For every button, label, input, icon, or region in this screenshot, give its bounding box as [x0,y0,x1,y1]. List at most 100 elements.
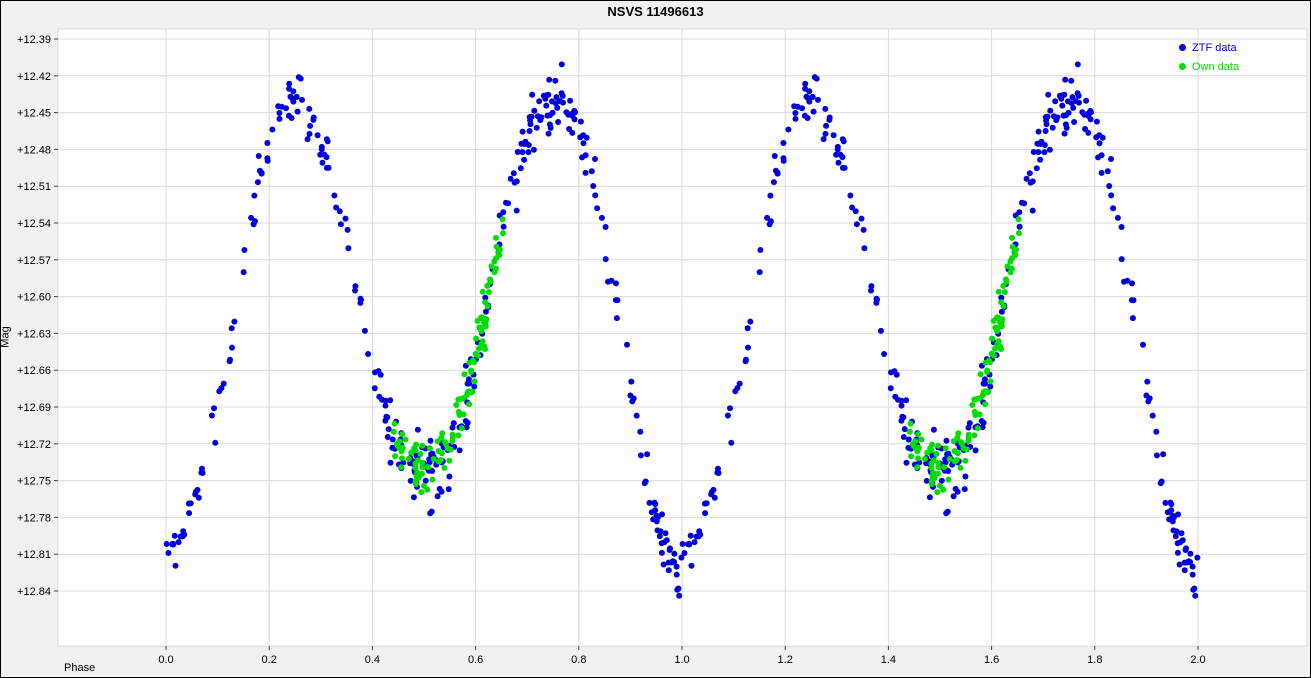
ztf-data-point [567,98,573,104]
ztf-data-point [358,296,364,302]
own-data-point [999,316,1005,322]
ztf-data-point [902,426,908,432]
ztf-data-point [256,153,262,159]
own-data-point [996,289,1002,295]
ztf-data-point [566,126,572,132]
ztf-data-point [229,345,235,351]
ztf-data-point [1168,501,1174,507]
ztf-data-point [379,397,385,403]
ztf-data-point [319,146,325,152]
ztf-data-point [652,501,658,507]
own-data-point [907,429,913,435]
ztf-data-point [415,427,421,433]
own-data-point [436,448,442,454]
ztf-data-point [815,97,821,103]
ztf-data-point [193,489,199,495]
ztf-data-point [628,379,634,385]
ztf-data-point [682,550,688,556]
ztf-data-point [1160,451,1166,457]
own-data-point [424,487,430,493]
chart-title: NSVS 11496613 [1,4,1310,19]
own-marker-icon [1179,63,1186,70]
ztf-data-point [343,216,349,222]
ztf-data-point [529,114,535,120]
own-data-point [930,473,936,479]
ztf-data-point [365,351,371,357]
ztf-data-point [1108,156,1114,162]
ztf-data-point [1174,528,1180,534]
ztf-data-point [767,193,773,199]
y-tick-label: +12.69 [17,402,51,414]
legend: ZTF data Own data [1179,38,1239,76]
ztf-data-point [531,108,537,114]
own-data-point [418,489,424,495]
ztf-data-point [931,427,937,433]
ztf-data-point [979,418,985,424]
ztf-data-point [1027,170,1033,176]
own-data-point [430,477,436,483]
ztf-data-point [411,494,417,500]
ztf-data-point [1119,224,1125,230]
ztf-data-point [1088,116,1094,122]
ztf-data-point [712,495,718,501]
ztf-data-point [615,297,621,303]
own-data-point [453,402,459,408]
x-tick-label: 1.6 [984,654,999,666]
own-data-point [450,435,456,441]
ztf-data-point [629,398,635,404]
ztf-data-point [1047,147,1053,153]
y-tick-label: +12.63 [17,328,51,340]
own-data-point [1002,289,1008,295]
ztf-data-point [1041,149,1047,155]
ztf-data-point [259,170,265,176]
ztf-data-point [212,440,218,446]
ztf-data-point [1121,279,1127,285]
ztf-data-point [1088,109,1094,115]
ztf-data-point [388,460,394,466]
ztf-data-point [1192,593,1198,599]
ztf-data-point [326,165,332,171]
ztf-data-point [1170,518,1176,524]
ztf-data-point [688,533,694,539]
ztf-data-point [810,94,816,100]
ztf-data-point [525,149,531,155]
ztf-data-point [895,397,901,403]
ztf-data-point [581,140,587,146]
ztf-data-point [1129,280,1135,286]
y-tick-label: +12.57 [17,255,51,267]
ztf-data-point [878,328,884,334]
ztf-data-point [1045,114,1051,120]
ztf-data-point [325,138,331,144]
ztf-data-point [795,104,801,110]
ztf-data-point [166,550,172,556]
ztf-data-point [429,509,435,515]
own-data-point [991,318,997,324]
ztf-data-point [196,495,202,501]
ztf-data-point [772,153,778,159]
own-data-point [500,216,506,222]
own-data-point [980,392,986,398]
own-data-point [392,453,398,459]
ztf-data-point [1052,98,1058,104]
own-data-point [929,465,935,471]
own-data-point [491,258,497,264]
ztf-data-point [289,115,295,121]
ztf-data-point [806,88,812,94]
own-data-point [991,353,997,359]
ztf-data-point [315,132,321,138]
ztf-data-point [1144,379,1150,385]
own-data-point [1001,303,1007,309]
x-tick-label: 0.2 [262,654,277,666]
own-data-point [396,438,402,444]
ztf-data-point [345,245,351,251]
ztf-data-point [172,533,178,539]
own-data-point [947,456,953,462]
ztf-data-point [520,129,526,135]
own-data-point [915,455,921,461]
ztf-data-point [503,200,509,206]
ztf-data-point [732,388,738,394]
ztf-data-point [1065,98,1071,104]
own-data-point [929,447,935,453]
ztf-data-point [331,193,337,199]
ztf-data-point [1063,112,1069,118]
